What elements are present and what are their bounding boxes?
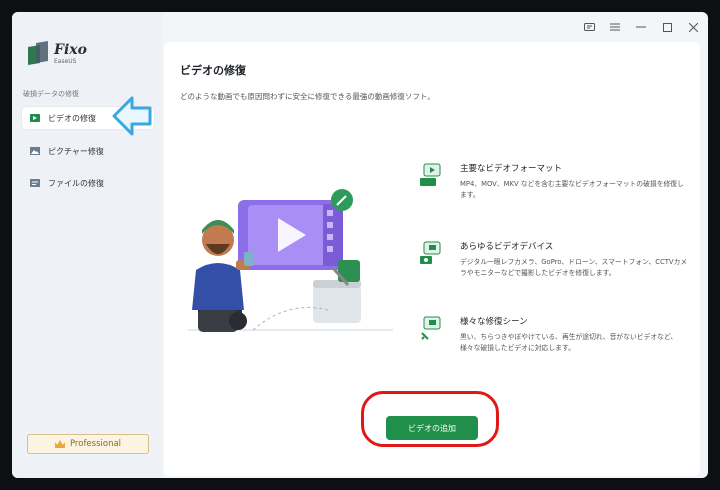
feature-description: MP4、MOV、MKV などを含む主要なビデオフォーマットの破損を修復します。	[460, 180, 684, 199]
crown-icon	[54, 440, 65, 448]
professional-button[interactable]: Professional	[27, 434, 149, 454]
maximize-icon[interactable]	[660, 20, 674, 34]
fixo-logo-icon	[28, 40, 48, 66]
sidebar-item-picture-repair[interactable]: ピクチャー修復	[22, 140, 154, 162]
video-device-icon	[420, 241, 441, 264]
video-format-icon	[420, 163, 441, 186]
video-repair-illustration	[188, 189, 393, 332]
logo-name: Fixo	[54, 42, 87, 58]
menu-icon[interactable]	[608, 20, 622, 34]
repair-scene-icon	[421, 316, 441, 340]
feature-title: あらゆるビデオデバイス	[460, 242, 554, 252]
feature-title: 主要なビデオフォーマット	[460, 164, 563, 174]
page-description: どのような動画でも原因問わずに安全に修復できる最強の動画修復ソフト。	[180, 92, 435, 101]
video-icon	[30, 114, 40, 122]
window-controls	[582, 20, 700, 34]
feature-description: デジタル一眼レフカメラ、GoPro、ドローン、スマートフォン、CCTVカメラやモ…	[460, 258, 688, 277]
feature-description: 黒い、ちらつきやぼやけている、再生が途切れ、音がないビデオなど、様々な破損したビ…	[460, 333, 678, 352]
file-icon	[30, 179, 40, 187]
picture-icon	[30, 147, 40, 155]
sidebar-item-label: ビデオの修復	[48, 113, 96, 123]
app-logo: Fixo EaseUS	[28, 40, 87, 66]
professional-label: Professional	[69, 439, 122, 449]
annotation-circle	[361, 391, 499, 447]
feature-title: 様々な修復シーン	[460, 317, 528, 327]
sidebar-item-label: ピクチャー修復	[48, 146, 104, 156]
annotation-arrow-icon	[112, 96, 152, 136]
sidebar-item-label: ファイルの修復	[48, 178, 104, 188]
minimize-icon[interactable]	[634, 20, 648, 34]
sidebar-item-file-repair[interactable]: ファイルの修復	[22, 172, 154, 194]
app-window: Fixo EaseUS 破損データの修復 ビデオの修復 ピクチャー修復 ファイル…	[12, 12, 708, 478]
close-icon[interactable]	[686, 20, 700, 34]
page-title: ビデオの修復	[180, 64, 246, 77]
feedback-icon[interactable]	[582, 20, 596, 34]
logo-sub: EaseUS	[54, 58, 77, 65]
sidebar: Fixo EaseUS 破損データの修復 ビデオの修復 ピクチャー修復 ファイル…	[12, 12, 162, 478]
sidebar-section-label: 破損データの修復	[23, 90, 79, 98]
